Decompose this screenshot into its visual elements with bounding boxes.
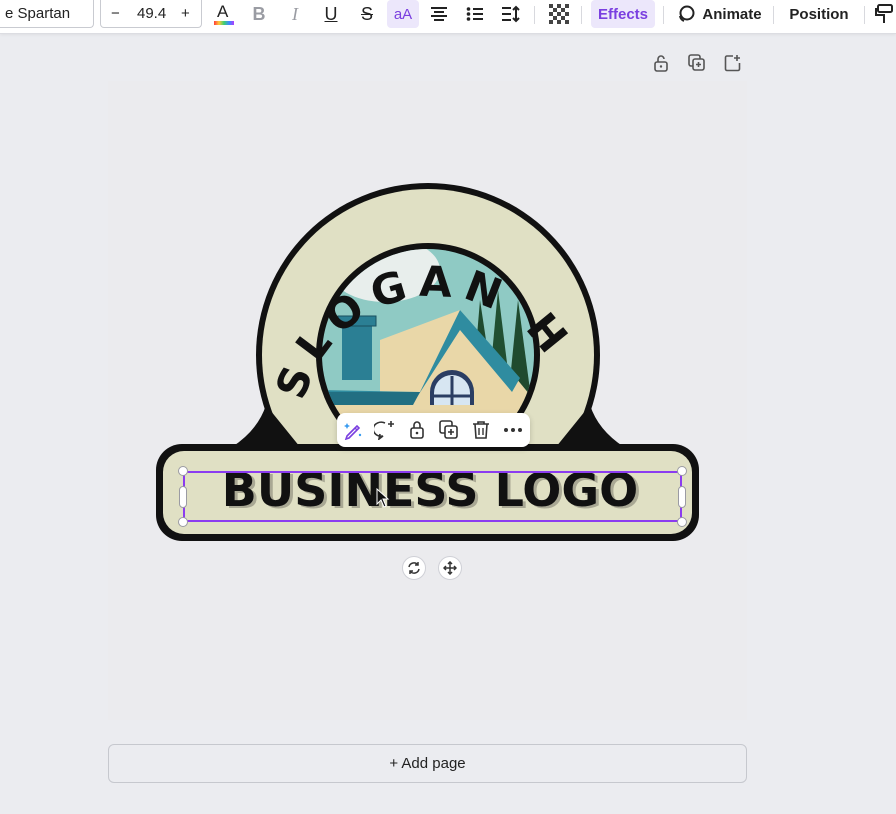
resize-handle-left[interactable] [179, 486, 187, 508]
magic-edit-button[interactable] [340, 418, 366, 442]
resize-handle-bottom-right[interactable] [677, 517, 687, 527]
resize-handle-bottom-left[interactable] [178, 517, 188, 527]
copy-icon [439, 420, 458, 439]
rotate-button[interactable] [402, 556, 426, 580]
resize-handle-right[interactable] [678, 486, 686, 508]
add-page-button[interactable]: + Add page [108, 744, 747, 783]
element-context-toolbar [337, 413, 530, 447]
resize-handle-top-right[interactable] [677, 466, 687, 476]
comment-icon [374, 421, 394, 440]
lock-icon [410, 421, 424, 439]
selection-box[interactable] [183, 471, 682, 522]
magic-edit-icon [344, 423, 362, 440]
lock-element-button[interactable] [404, 418, 430, 442]
comment-button[interactable] [372, 418, 398, 442]
delete-element-button[interactable] [468, 418, 494, 442]
logo-artwork[interactable]: SLOGAN HERE BUSINESS LOGO BUSINESS LOGO [0, 0, 896, 814]
move-button[interactable] [438, 556, 462, 580]
mouse-cursor-icon [376, 488, 390, 508]
trash-icon [473, 421, 489, 439]
resize-handle-top-left[interactable] [178, 466, 188, 476]
move-icon [443, 561, 457, 575]
duplicate-element-button[interactable] [436, 418, 462, 442]
rotate-icon [408, 562, 420, 574]
more-options-button[interactable] [500, 418, 526, 442]
more-icon [504, 428, 522, 432]
